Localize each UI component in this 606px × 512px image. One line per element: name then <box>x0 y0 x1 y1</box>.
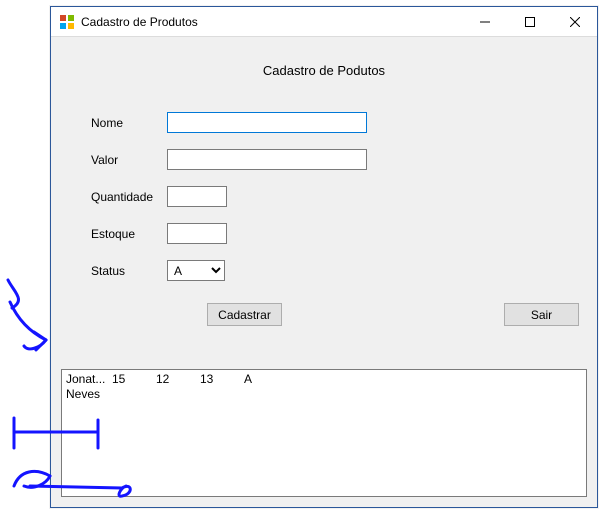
results-listbox[interactable]: Jonat... 15 12 13 A Neves <box>61 369 587 497</box>
input-nome[interactable] <box>167 112 367 133</box>
client-area: Cadastro de Podutos Nome Valor Quantidad… <box>51 37 597 507</box>
app-icon <box>59 14 75 30</box>
input-estoque[interactable] <box>167 223 227 244</box>
window-title: Cadastro de Produtos <box>81 15 198 29</box>
list-item[interactable]: Neves <box>66 387 582 402</box>
cell-nome-line2: Neves <box>66 387 112 402</box>
cell-nome: Jonat... <box>66 372 112 387</box>
list-item[interactable]: Jonat... 15 12 13 A <box>66 372 582 387</box>
input-valor[interactable] <box>167 149 367 170</box>
titlebar: Cadastro de Produtos <box>51 7 597 37</box>
label-valor: Valor <box>91 153 167 167</box>
label-quantidade: Quantidade <box>91 190 167 204</box>
label-nome: Nome <box>91 116 167 130</box>
maximize-button[interactable] <box>507 7 552 37</box>
button-bar: Cadastrar Sair <box>91 303 597 326</box>
cadastrar-button[interactable]: Cadastrar <box>207 303 282 326</box>
cell-estoque: 13 <box>200 372 244 387</box>
label-estoque: Estoque <box>91 227 167 241</box>
close-button[interactable] <box>552 7 597 37</box>
minimize-button[interactable] <box>462 7 507 37</box>
form: Nome Valor Quantidade Estoque Status A <box>51 112 597 326</box>
label-status: Status <box>91 264 167 278</box>
cell-status: A <box>244 372 284 387</box>
window-cadastro-produtos: Cadastro de Produtos Cadastro de Podutos… <box>50 6 598 508</box>
input-quantidade[interactable] <box>167 186 227 207</box>
cell-quantidade: 12 <box>156 372 200 387</box>
select-status[interactable]: A <box>167 260 225 281</box>
page-title: Cadastro de Podutos <box>51 37 597 78</box>
sair-button[interactable]: Sair <box>504 303 579 326</box>
cell-valor: 15 <box>112 372 156 387</box>
